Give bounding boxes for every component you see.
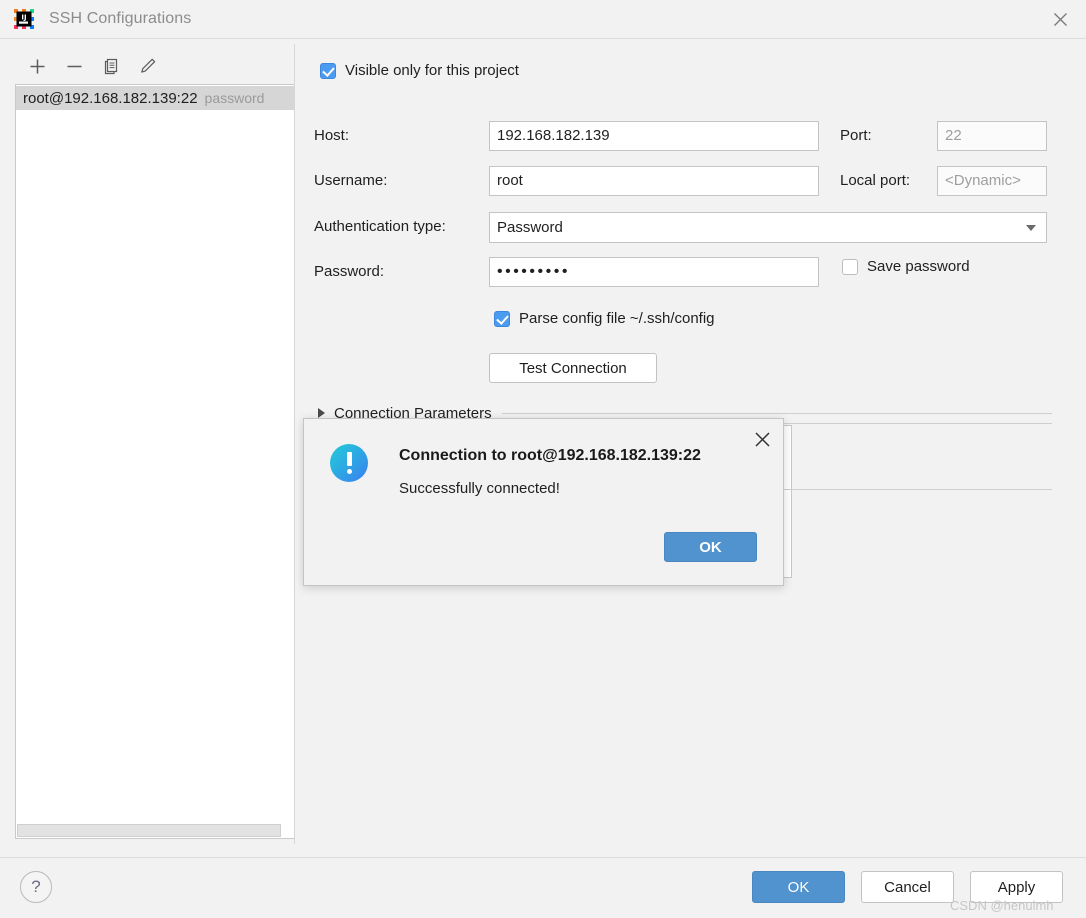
password-label: Password: xyxy=(314,263,385,280)
section-divider xyxy=(501,412,1052,414)
save-password-checkbox[interactable] xyxy=(842,258,858,275)
authentication-type-select[interactable]: Password xyxy=(489,212,1047,243)
configurations-list[interactable]: root@192.168.182.139:22 password xyxy=(15,84,295,839)
dialog-message: Successfully connected! xyxy=(399,480,560,497)
host-input[interactable]: 192.168.182.139 xyxy=(489,121,819,151)
intellij-idea-icon: IJ xyxy=(13,8,35,30)
help-button[interactable]: ? xyxy=(20,871,52,903)
visible-only-checkbox[interactable] xyxy=(320,62,336,79)
save-password-label: Save password xyxy=(867,258,970,275)
svg-text:IJ: IJ xyxy=(21,14,26,22)
parse-config-checkbox-row[interactable]: Parse config file ~/.ssh/config xyxy=(494,310,715,327)
chevron-right-icon xyxy=(318,408,325,418)
chevron-down-icon xyxy=(1026,225,1036,231)
save-password-checkbox-row[interactable]: Save password xyxy=(842,258,970,275)
add-button[interactable] xyxy=(25,54,49,78)
dialog-title: Connection to root@192.168.182.139:22 xyxy=(399,447,701,464)
panel-splitter[interactable] xyxy=(294,44,295,844)
host-label: Host: xyxy=(314,127,350,144)
copy-icon[interactable] xyxy=(99,54,123,78)
background-divider-mid xyxy=(782,489,1052,490)
background-divider-top xyxy=(782,423,1052,424)
port-input[interactable]: 22 xyxy=(937,121,1047,151)
configurations-sidebar: root@192.168.182.139:22 password xyxy=(15,49,295,839)
ok-button[interactable]: OK xyxy=(752,871,845,903)
ssh-configurations-window: IJ SSH Configurations root@192.168.182.1… xyxy=(0,0,1086,918)
test-connection-button[interactable]: Test Connection xyxy=(489,353,657,383)
username-input[interactable]: root xyxy=(489,166,819,196)
pencil-icon[interactable] xyxy=(136,54,160,78)
window-title: SSH Configurations xyxy=(49,10,192,27)
info-exclamation-icon xyxy=(330,444,368,482)
horizontal-scrollbar[interactable] xyxy=(17,824,281,837)
list-item-sublabel: password xyxy=(204,90,265,106)
authentication-type-label: Authentication type: xyxy=(314,218,446,235)
local-port-input[interactable]: <Dynamic> xyxy=(937,166,1047,196)
remove-button[interactable] xyxy=(62,54,86,78)
dialog-content: root@192.168.182.139:22 password Visible… xyxy=(0,39,1086,857)
local-port-label: Local port: xyxy=(840,172,911,189)
password-input[interactable]: ••••••••• xyxy=(489,257,819,287)
visible-only-label: Visible only for this project xyxy=(345,62,519,79)
connection-result-dialog: Connection to root@192.168.182.139:22 Su… xyxy=(303,418,784,586)
cancel-button[interactable]: Cancel xyxy=(861,871,954,903)
visible-only-checkbox-row[interactable]: Visible only for this project xyxy=(320,62,519,79)
sidebar-toolbar xyxy=(15,49,295,83)
parse-config-label: Parse config file ~/.ssh/config xyxy=(519,310,715,327)
title-bar: IJ SSH Configurations xyxy=(0,0,1086,39)
list-item-label: root@192.168.182.139:22 xyxy=(23,89,198,107)
dialog-ok-button[interactable]: OK xyxy=(664,532,757,562)
port-label: Port: xyxy=(840,127,872,144)
username-label: Username: xyxy=(314,172,388,189)
apply-button[interactable]: Apply xyxy=(970,871,1063,903)
authentication-type-value: Password xyxy=(497,219,563,236)
dialog-close-button[interactable] xyxy=(750,427,774,451)
window-close-button[interactable] xyxy=(1034,0,1086,38)
parse-config-checkbox[interactable] xyxy=(494,310,510,327)
list-item[interactable]: root@192.168.182.139:22 password xyxy=(16,86,294,110)
